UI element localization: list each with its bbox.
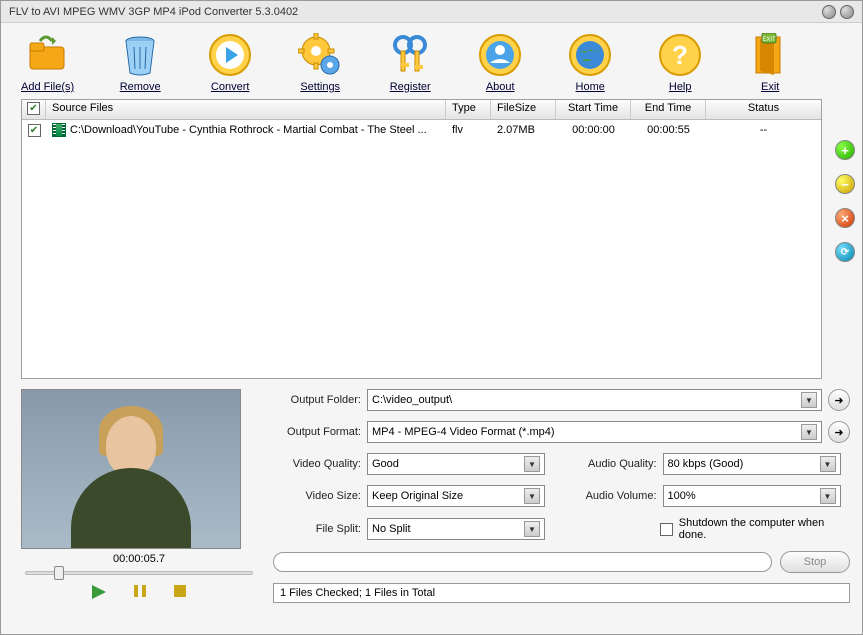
video-quality-select[interactable]: Good ▼ bbox=[367, 453, 545, 475]
preview-frame bbox=[61, 398, 201, 548]
toolbar-label: Home bbox=[576, 81, 605, 93]
main-toolbar: Add File(s) Remove Convert bbox=[1, 23, 862, 97]
chevron-down-icon[interactable]: ▼ bbox=[524, 456, 540, 472]
folder-add-icon bbox=[24, 31, 72, 79]
seek-slider[interactable] bbox=[25, 571, 253, 575]
chevron-down-icon[interactable]: ▼ bbox=[820, 488, 836, 504]
file-status: -- bbox=[706, 122, 821, 138]
shutdown-label: Shutdown the computer when done. bbox=[679, 517, 850, 541]
playback-controls bbox=[21, 583, 257, 604]
close-button[interactable] bbox=[840, 5, 854, 19]
stop-playback-button[interactable] bbox=[172, 583, 188, 604]
file-list: ✔ Source Files Type FileSize Start Time … bbox=[21, 99, 822, 379]
file-end-time: 00:00:55 bbox=[631, 122, 706, 138]
chevron-down-icon[interactable]: ▼ bbox=[801, 424, 817, 440]
chevron-down-icon[interactable]: ▼ bbox=[801, 392, 817, 408]
playback-time: 00:00:05.7 bbox=[21, 553, 257, 565]
video-size-label: Video Size: bbox=[273, 490, 361, 502]
toolbar-label: Settings bbox=[300, 81, 340, 93]
trash-icon bbox=[116, 31, 164, 79]
chevron-down-icon[interactable]: ▼ bbox=[524, 488, 540, 504]
video-size-select[interactable]: Keep Original Size ▼ bbox=[367, 485, 545, 507]
remove-button[interactable]: Remove bbox=[116, 31, 164, 93]
column-filesize[interactable]: FileSize bbox=[491, 100, 556, 119]
about-button[interactable]: About bbox=[476, 31, 524, 93]
column-start-time[interactable]: Start Time bbox=[556, 100, 631, 119]
add-files-button[interactable]: Add File(s) bbox=[21, 31, 74, 93]
file-list-header: ✔ Source Files Type FileSize Start Time … bbox=[22, 100, 821, 120]
svg-text:?: ? bbox=[672, 40, 688, 70]
file-type: flv bbox=[446, 122, 491, 138]
toolbar-label: Add File(s) bbox=[21, 81, 74, 93]
video-preview[interactable] bbox=[21, 389, 241, 549]
shutdown-checkbox[interactable] bbox=[660, 523, 673, 536]
output-folder-label: Output Folder: bbox=[273, 394, 361, 406]
video-quality-label: Video Quality: bbox=[273, 458, 361, 470]
globe-icon bbox=[566, 31, 614, 79]
seek-thumb[interactable] bbox=[54, 566, 64, 580]
format-settings-button[interactable]: ➜ bbox=[828, 421, 850, 443]
home-button[interactable]: Home bbox=[566, 31, 614, 93]
status-bar: 1 Files Checked; 1 Files in Total bbox=[273, 583, 850, 603]
user-circle-icon bbox=[476, 31, 524, 79]
audio-volume-select[interactable]: 100% ▼ bbox=[663, 485, 841, 507]
column-type[interactable]: Type bbox=[446, 100, 491, 119]
column-source[interactable]: Source Files bbox=[46, 100, 446, 119]
exit-door-icon: EXIT bbox=[746, 31, 794, 79]
key-icon bbox=[386, 31, 434, 79]
svg-text:EXIT: EXIT bbox=[763, 37, 777, 43]
file-start-time: 00:00:00 bbox=[556, 122, 631, 138]
convert-button[interactable]: Convert bbox=[206, 31, 254, 93]
minimize-button[interactable] bbox=[822, 5, 836, 19]
toolbar-label: Remove bbox=[120, 81, 161, 93]
column-end-time[interactable]: End Time bbox=[631, 100, 706, 119]
settings-button[interactable]: Settings bbox=[296, 31, 344, 93]
column-status[interactable]: Status bbox=[706, 100, 821, 119]
output-format-select[interactable]: MP4 - MPEG-4 Video Format (*.mp4) ▼ bbox=[367, 421, 822, 443]
pause-button[interactable] bbox=[132, 583, 148, 604]
stop-button[interactable]: Stop bbox=[780, 551, 850, 573]
column-checkbox[interactable]: ✔ bbox=[22, 100, 46, 119]
settings-pane: Output Folder: C:\video_output\ ▼ ➜ Outp… bbox=[273, 389, 850, 604]
toolbar-label: Convert bbox=[211, 81, 250, 93]
window-controls bbox=[822, 5, 854, 19]
file-split-select[interactable]: No Split ▼ bbox=[367, 518, 545, 540]
help-circle-icon: ? bbox=[656, 31, 704, 79]
progress-bar bbox=[273, 552, 772, 572]
output-format-label: Output Format: bbox=[273, 426, 361, 438]
toolbar-label: Exit bbox=[761, 81, 779, 93]
file-row[interactable]: ✔ C:\Download\YouTube - Cynthia Rothrock… bbox=[22, 120, 821, 140]
side-refresh-button[interactable]: ⟳ bbox=[835, 242, 855, 262]
row-checkbox[interactable]: ✔ bbox=[28, 124, 41, 137]
play-button[interactable] bbox=[90, 583, 108, 604]
preview-pane: 00:00:05.7 bbox=[21, 389, 257, 604]
file-split-label: File Split: bbox=[273, 523, 361, 535]
file-path: C:\Download\YouTube - Cynthia Rothrock -… bbox=[70, 124, 427, 136]
browse-folder-button[interactable]: ➜ bbox=[828, 389, 850, 411]
audio-quality-select[interactable]: 80 kbps (Good) ▼ bbox=[663, 453, 841, 475]
audio-volume-label: Audio Volume: bbox=[569, 490, 657, 502]
toolbar-label: Help bbox=[669, 81, 692, 93]
side-add-button[interactable]: + bbox=[835, 140, 855, 160]
audio-quality-label: Audio Quality: bbox=[569, 458, 657, 470]
chevron-down-icon[interactable]: ▼ bbox=[820, 456, 836, 472]
side-buttons: + − × ⟳ bbox=[835, 140, 855, 262]
chevron-down-icon[interactable]: ▼ bbox=[524, 521, 540, 537]
play-circle-icon bbox=[206, 31, 254, 79]
check-all[interactable]: ✔ bbox=[27, 102, 40, 115]
title-bar: FLV to AVI MPEG WMV 3GP MP4 iPod Convert… bbox=[1, 1, 862, 23]
file-size: 2.07MB bbox=[491, 122, 556, 138]
side-delete-button[interactable]: × bbox=[835, 208, 855, 228]
video-file-icon bbox=[52, 123, 66, 137]
help-button[interactable]: ? Help bbox=[656, 31, 704, 93]
toolbar-label: Register bbox=[390, 81, 431, 93]
side-remove-button[interactable]: − bbox=[835, 174, 855, 194]
toolbar-label: About bbox=[486, 81, 515, 93]
register-button[interactable]: Register bbox=[386, 31, 434, 93]
output-folder-field[interactable]: C:\video_output\ ▼ bbox=[367, 389, 822, 411]
window-title: FLV to AVI MPEG WMV 3GP MP4 iPod Convert… bbox=[9, 6, 298, 18]
exit-button[interactable]: EXIT Exit bbox=[746, 31, 794, 93]
gear-icon bbox=[296, 31, 344, 79]
